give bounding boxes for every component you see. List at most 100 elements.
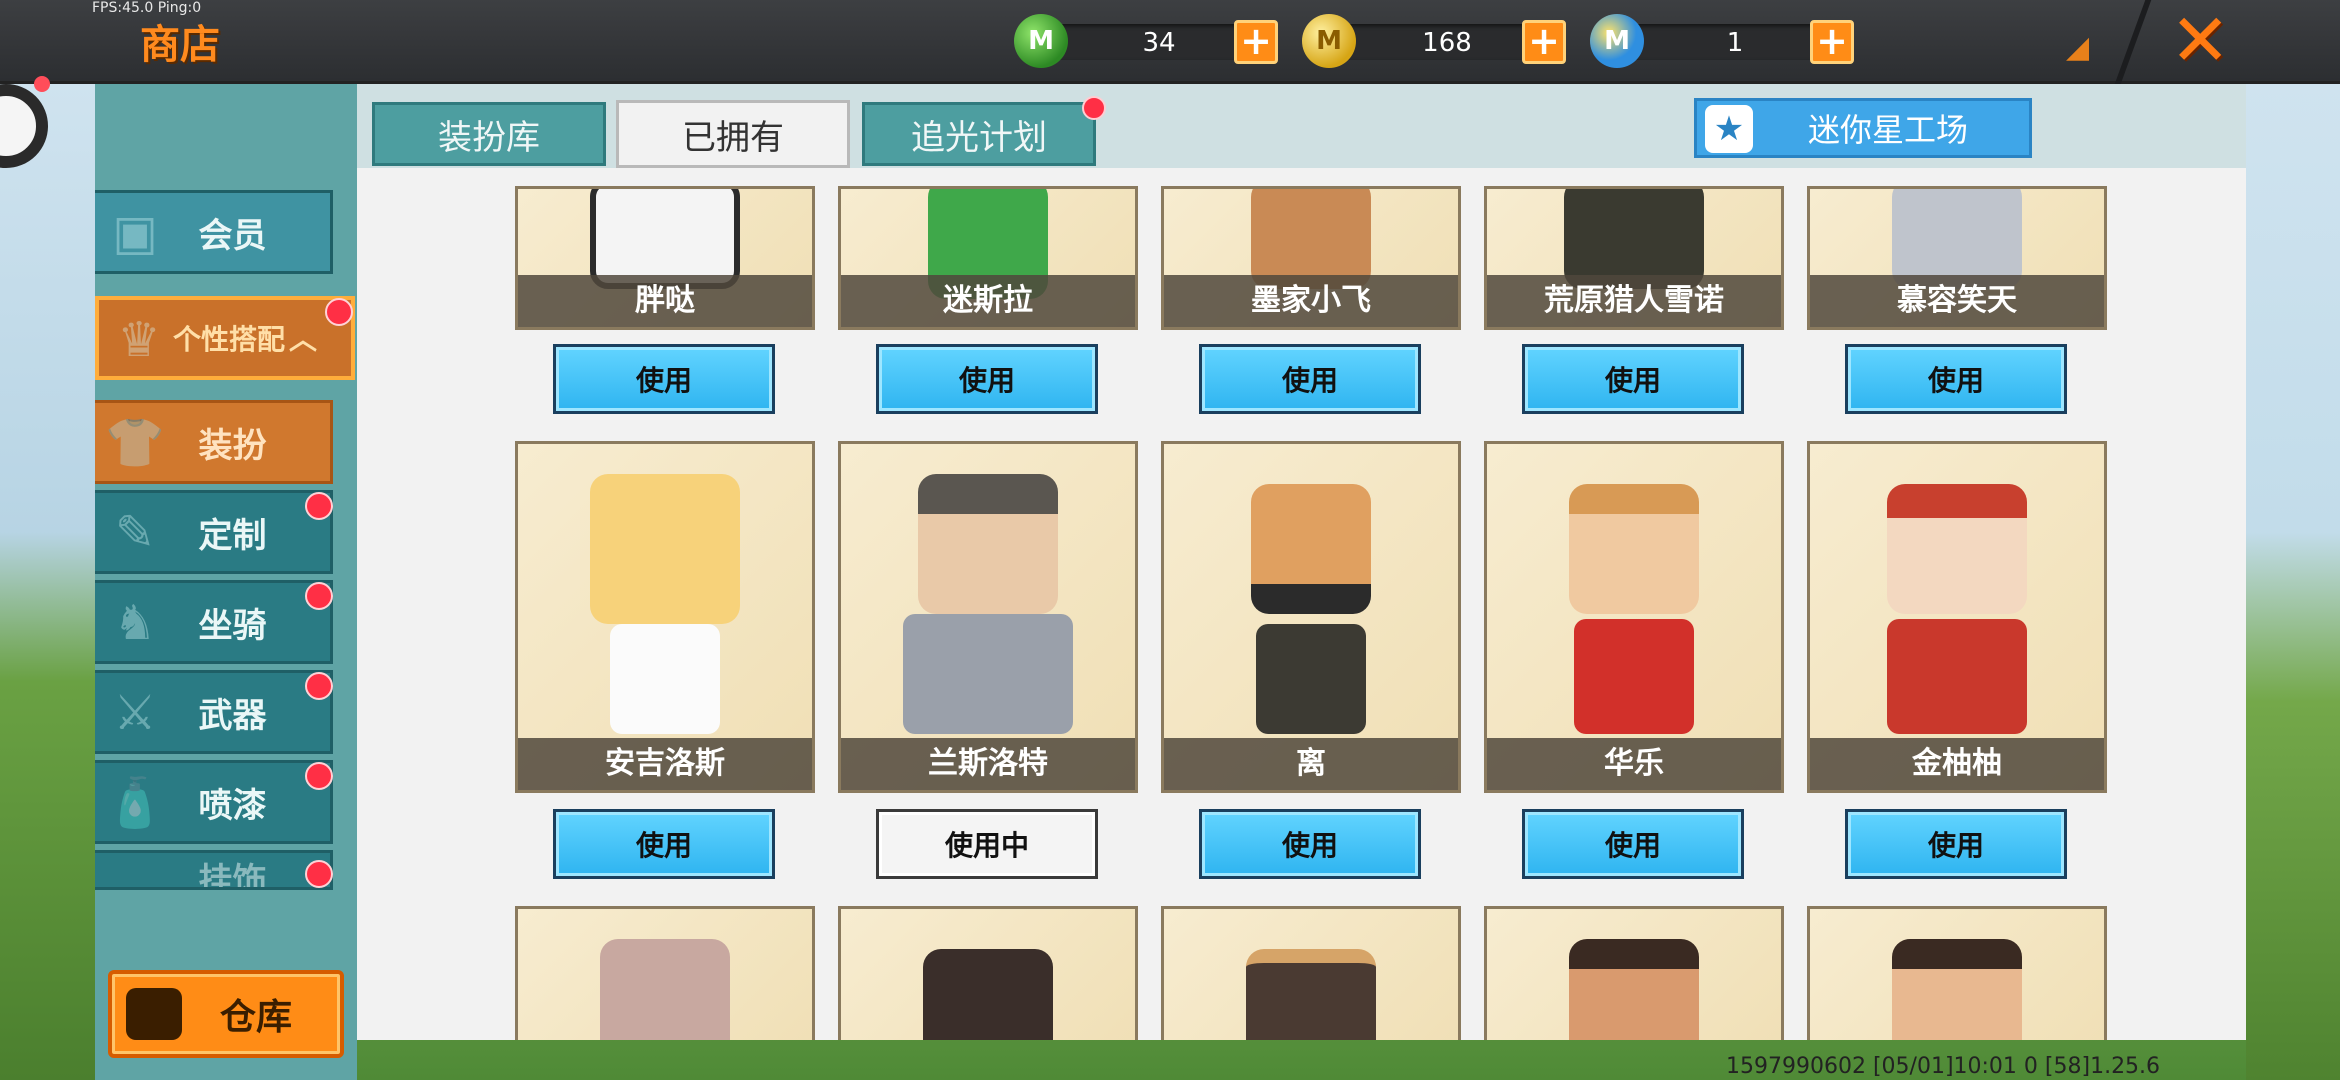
use-button[interactable]: 使用 xyxy=(1522,809,1744,879)
mount-icon: ♞ xyxy=(113,595,157,651)
sidebar-item-custom[interactable]: ✎ 定制 xyxy=(95,490,333,574)
costume-name: 墨家小飞 xyxy=(1164,275,1458,327)
costume-card[interactable]: 慕容笑天 xyxy=(1807,186,2107,330)
character-image xyxy=(1569,484,1699,614)
sidebar-item-costume[interactable]: 👕 装扮 xyxy=(95,400,333,484)
tab-chasing-light-plan[interactable]: 追光计划 xyxy=(862,102,1096,166)
costume-card[interactable]: 华乐 xyxy=(1484,441,1784,793)
sidebar-item-label: 喷漆 xyxy=(198,785,267,826)
storage-button-label: 仓库 xyxy=(219,997,292,1038)
costume-card[interactable]: 离 xyxy=(1161,441,1461,793)
costume-card[interactable]: 兰斯洛特 xyxy=(838,441,1138,793)
chevron-up-icon: ︿ xyxy=(289,323,318,356)
sidebar-item-weapon[interactable]: ⚔ 武器 xyxy=(95,670,333,754)
notification-dot xyxy=(1082,96,1106,120)
costume-name: 安吉洛斯 xyxy=(518,738,812,790)
close-button[interactable]: ✕ xyxy=(2170,4,2230,76)
gun-icon: ⚔ xyxy=(113,685,157,741)
currency-value: 34 xyxy=(1142,28,1176,58)
costume-card[interactable] xyxy=(1161,906,1461,1040)
add-currency-button[interactable]: + xyxy=(1810,20,1854,64)
costume-card[interactable] xyxy=(1484,906,1784,1040)
notification-dot xyxy=(305,582,333,610)
costume-card[interactable]: 荒原猎人雪诺 xyxy=(1484,186,1784,330)
character-image xyxy=(1251,189,1371,289)
character-image xyxy=(590,474,740,624)
use-button[interactable]: 使用 xyxy=(553,809,775,879)
notification-dot xyxy=(34,76,50,92)
use-button[interactable]: 使用 xyxy=(1199,344,1421,414)
top-bar: FPS:45.0 Ping:0 商店 M 34 + M 168 + M 1 + … xyxy=(0,0,2340,84)
sidebar-item-pendant[interactable]: 挂饰 xyxy=(95,850,333,890)
tab-owned[interactable]: 已拥有 xyxy=(616,100,850,168)
sidebar-item-vip[interactable]: ▣ 会员 xyxy=(95,190,333,274)
notification-dot xyxy=(305,762,333,790)
sidebar-item-label: 个性搭配 xyxy=(172,323,285,356)
character-image xyxy=(1246,949,1376,1040)
divider xyxy=(2114,0,2152,84)
use-button[interactable]: 使用 xyxy=(876,344,1098,414)
build-info: 1597990602 [05/01]10:01 0 [58]1.25.6 xyxy=(1726,1054,2161,1079)
notification-dot xyxy=(325,298,353,326)
gold-m-coin-icon: M xyxy=(1302,14,1356,68)
vip-icon: ▣ xyxy=(112,205,158,261)
character-image xyxy=(1569,939,1699,1040)
shirt-icon: 👕 xyxy=(105,415,165,471)
signal-icon: ◢ xyxy=(2066,30,2090,65)
costume-grid: 胖哒 迷斯拉 墨家小飞 荒原猎人雪诺 慕容笑天 使用 使用 使用 使用 使用 安… xyxy=(357,168,2246,1040)
character-image xyxy=(1251,484,1371,614)
chest-icon xyxy=(126,988,182,1040)
costume-name: 华乐 xyxy=(1487,738,1781,790)
sidebar-item-mount[interactable]: ♞ 坐骑 xyxy=(95,580,333,664)
costume-card[interactable]: 安吉洛斯 xyxy=(515,441,815,793)
costume-card[interactable]: 金柚柚 xyxy=(1807,441,2107,793)
sidebar-item-label: 装扮 xyxy=(198,425,267,466)
costume-card[interactable] xyxy=(515,906,815,1040)
sidebar-item-spray[interactable]: 🧴 喷漆 xyxy=(95,760,333,844)
costume-card[interactable]: 胖哒 xyxy=(515,186,815,330)
use-button[interactable]: 使用 xyxy=(553,344,775,414)
sidebar-group-personal-style[interactable]: ♛ 个性搭配 ︿ xyxy=(95,296,355,380)
sidebar-item-label: 会员 xyxy=(198,215,267,256)
notification-dot xyxy=(305,860,333,888)
costume-name: 荒原猎人雪诺 xyxy=(1487,275,1781,327)
mini-star-workshop-button[interactable]: ★ 迷你星工场 xyxy=(1694,98,2032,158)
add-currency-button[interactable]: + xyxy=(1522,20,1566,64)
background-scenery-right xyxy=(2246,84,2340,1080)
costume-card[interactable] xyxy=(1807,906,2107,1040)
costume-card[interactable]: 迷斯拉 xyxy=(838,186,1138,330)
use-button[interactable]: 使用 xyxy=(1522,344,1744,414)
trophy-icon: ♛ xyxy=(117,312,161,368)
notification-dot xyxy=(305,672,333,700)
sidebar: ▣ 会员 ♛ 个性搭配 ︿ 👕 装扮 ✎ 定制 ♞ 坐骑 ⚔ 武器 🧴 喷漆 挂… xyxy=(95,84,357,1080)
sidebar-item-label: 坐骑 xyxy=(198,605,267,646)
costume-name: 离 xyxy=(1164,738,1458,790)
sidebar-item-label: 武器 xyxy=(198,695,267,736)
sidebar-item-label: 挂饰 xyxy=(198,861,267,890)
character-image xyxy=(600,939,730,1040)
use-button[interactable]: 使用 xyxy=(1845,344,2067,414)
costume-name: 金柚柚 xyxy=(1810,738,2104,790)
blue-m-coin-icon: M xyxy=(1590,14,1644,68)
costume-name: 兰斯洛特 xyxy=(841,738,1135,790)
tab-costume-library[interactable]: 装扮库 xyxy=(372,102,606,166)
background-scenery-left xyxy=(0,84,95,1080)
character-image xyxy=(590,189,740,289)
add-currency-button[interactable]: + xyxy=(1234,20,1278,64)
costume-card[interactable] xyxy=(838,906,1138,1040)
page-title: 商店 xyxy=(140,22,220,68)
use-button[interactable]: 使用 xyxy=(1845,809,2067,879)
use-button[interactable]: 使用 xyxy=(1199,809,1421,879)
workshop-label: 迷你星工场 xyxy=(1807,111,1968,149)
costume-name: 慕容笑天 xyxy=(1810,275,2104,327)
character-image xyxy=(1887,484,2027,614)
green-m-coin-icon: M xyxy=(1014,14,1068,68)
spray-can-icon: 🧴 xyxy=(105,775,165,831)
costume-name: 胖哒 xyxy=(518,275,812,327)
costume-card[interactable]: 墨家小飞 xyxy=(1161,186,1461,330)
character-image xyxy=(923,949,1053,1040)
character-image xyxy=(1892,189,2022,289)
pencil-icon: ✎ xyxy=(114,505,156,561)
storage-button[interactable]: 仓库 xyxy=(108,970,344,1058)
in-use-button[interactable]: 使用中 xyxy=(876,809,1098,879)
